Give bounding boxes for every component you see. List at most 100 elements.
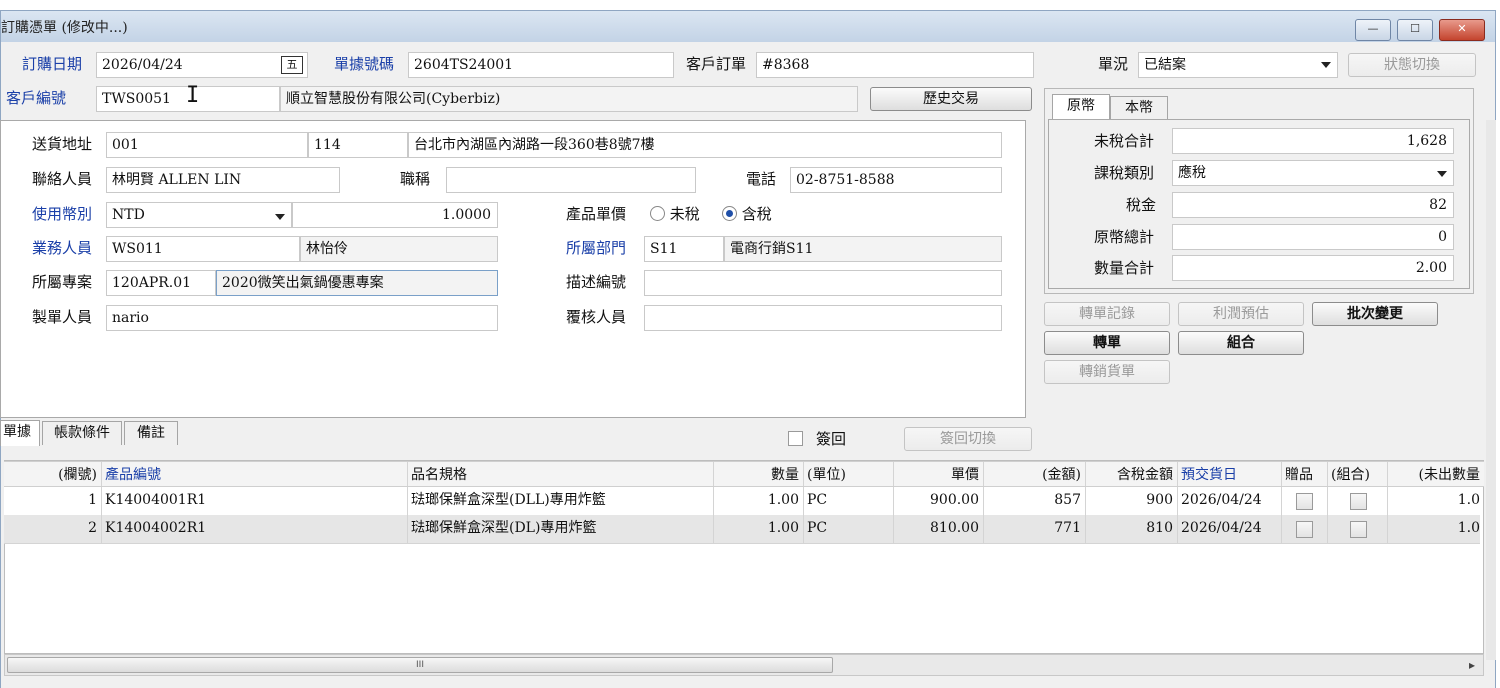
col-taxed-amount[interactable]: 含稅金額: [1086, 462, 1178, 486]
transfer-button[interactable]: 轉單: [1044, 331, 1170, 355]
radio-icon[interactable]: [650, 206, 665, 221]
currency-value: NTD: [112, 207, 145, 223]
row-gift-cell: [1282, 515, 1328, 543]
row-delivery-date[interactable]: 2026/04/24: [1178, 515, 1282, 543]
table-row[interactable]: 2 K14004002R1 琺瑯保鮮盒深型(DL)專用炸籃 1.00 PC 81…: [4, 515, 1480, 544]
price-untaxed-option[interactable]: 未稅: [650, 202, 700, 226]
ship-zip-field[interactable]: 114: [308, 132, 408, 158]
text-cursor-icon: I: [186, 83, 200, 108]
price-taxed-option[interactable]: 含稅: [722, 202, 772, 226]
combo-checkbox[interactable]: [1350, 521, 1367, 538]
gift-checkbox[interactable]: [1296, 521, 1313, 538]
chevron-down-icon: [275, 214, 285, 220]
customer-name-field: 順立智慧股份有限公司(Cyberbiz): [280, 86, 858, 112]
row-product-code[interactable]: K14004001R1: [102, 487, 408, 515]
tax-type-label: 課稅類別: [1094, 164, 1155, 182]
scrollbar-thumb[interactable]: III: [7, 657, 833, 673]
doc-no-field[interactable]: 2604TS24001: [408, 52, 674, 78]
order-date-field[interactable]: 2026/04/24: [96, 52, 308, 78]
contact-field[interactable]: 林明賢 ALLEN LIN: [106, 167, 340, 193]
grand-total-field: 0: [1172, 224, 1454, 250]
row-price[interactable]: 900.00: [894, 487, 984, 515]
signback-switch-button[interactable]: 簽回切換: [904, 427, 1032, 451]
row-qty[interactable]: 1.00: [714, 515, 804, 543]
col-qty[interactable]: 數量: [714, 462, 804, 486]
grand-total-label: 原幣總計: [1094, 228, 1155, 246]
maker-field[interactable]: nario: [106, 305, 498, 331]
batch-change-button[interactable]: 批次變更: [1312, 302, 1438, 326]
row-product-name[interactable]: 琺瑯保鮮盒深型(DLL)專用炸籃: [408, 487, 714, 515]
sales-code-field[interactable]: WS011: [106, 236, 300, 262]
row-price[interactable]: 810.00: [894, 515, 984, 543]
ship-addr-code-field[interactable]: 001: [106, 132, 308, 158]
job-title-field[interactable]: [446, 167, 696, 193]
combo-checkbox[interactable]: [1350, 493, 1367, 510]
col-delivery-date[interactable]: 預交貨日: [1178, 462, 1282, 486]
signback-checkbox[interactable]: [788, 431, 803, 446]
status-value: 已結案: [1144, 57, 1186, 73]
col-unit[interactable]: (單位): [804, 462, 894, 486]
minimize-button[interactable]: —: [1355, 19, 1391, 41]
row-unit[interactable]: PC: [804, 487, 894, 515]
qty-total-field: 2.00: [1172, 255, 1454, 281]
col-price[interactable]: 單價: [894, 462, 984, 486]
table-row[interactable]: 1 K14004001R1 琺瑯保鮮盒深型(DLL)專用炸籃 1.00 PC 9…: [4, 487, 1480, 516]
col-product-name[interactable]: 品名規格: [408, 462, 714, 486]
status-select[interactable]: 已結案: [1138, 52, 1338, 78]
tab-notes[interactable]: 備註: [124, 421, 178, 445]
scroll-right-arrow-icon[interactable]: ▸: [1465, 657, 1479, 673]
currency-select[interactable]: NTD: [106, 202, 292, 228]
doc-no-label: 單據號碼: [334, 55, 395, 73]
row-gift-cell: [1282, 487, 1328, 515]
col-line-no[interactable]: (欄號): [4, 462, 102, 486]
row-unit[interactable]: PC: [804, 515, 894, 543]
gift-checkbox[interactable]: [1296, 493, 1313, 510]
grid-header: (欄號) 產品編號 品名規格 數量 (單位) 單價 (金額) 含稅金額 預交貨日…: [4, 461, 1484, 487]
project-label: 所屬專案: [32, 273, 93, 291]
vertical-scrollbar[interactable]: [1486, 120, 1496, 660]
window-titlebar[interactable]: 訂購憑單 (修改中...) — ☐ ✕: [0, 10, 1496, 42]
reviewer-label: 覆核人員: [566, 308, 627, 326]
horizontal-scrollbar[interactable]: III ▸: [4, 654, 1484, 676]
reviewer-field[interactable]: [644, 305, 1002, 331]
row-product-name[interactable]: 琺瑯保鮮盒深型(DL)專用炸籃: [408, 515, 714, 543]
radio-selected-icon[interactable]: [722, 206, 737, 221]
col-combo[interactable]: (組合): [1328, 462, 1388, 486]
row-delivery-date[interactable]: 2026/04/24: [1178, 487, 1282, 515]
col-product-code[interactable]: 產品編號: [102, 462, 408, 486]
combine-button[interactable]: 組合: [1178, 331, 1304, 355]
row-qty[interactable]: 1.00: [714, 487, 804, 515]
customer-no-label: 客戶編號: [6, 89, 67, 107]
row-combo-cell: [1328, 487, 1388, 515]
chevron-down-icon: [1321, 62, 1331, 68]
row-product-code[interactable]: K14004002R1: [102, 515, 408, 543]
project-code-field[interactable]: 120APR.01: [106, 270, 216, 296]
transfer-record-button[interactable]: 轉單記錄: [1044, 302, 1170, 326]
calendar-icon[interactable]: 五: [281, 56, 303, 74]
tax-type-select[interactable]: 應稅: [1172, 160, 1454, 186]
col-gift[interactable]: 贈品: [1282, 462, 1328, 486]
desc-no-field[interactable]: [644, 270, 1002, 296]
status-switch-button[interactable]: 狀態切換: [1348, 53, 1476, 77]
transfer-sales-button[interactable]: 轉銷貨單: [1044, 360, 1170, 384]
contact-label: 聯絡人員: [32, 170, 93, 188]
close-button[interactable]: ✕: [1439, 19, 1485, 41]
profit-estimate-button[interactable]: 利潤預估: [1178, 302, 1304, 326]
currency-label: 使用幣別: [32, 205, 93, 223]
exchange-rate-field[interactable]: 1.0000: [292, 202, 498, 228]
status-label: 單況: [1098, 55, 1129, 73]
col-remaining-qty[interactable]: (未出數量: [1388, 462, 1484, 486]
tab-payment-terms[interactable]: 帳款條件: [42, 421, 122, 445]
phone-field[interactable]: 02-8751-8588: [790, 167, 1002, 193]
history-button[interactable]: 歷史交易: [870, 87, 1032, 111]
ship-addr-text-field[interactable]: 台北市內湖區內湖路一段360巷8號7樓: [408, 132, 1002, 158]
maximize-button[interactable]: ☐: [1397, 19, 1433, 41]
col-amount[interactable]: (金額): [984, 462, 1086, 486]
sales-name-field: 林怡伶: [300, 236, 498, 262]
tax-field: 82: [1172, 192, 1454, 218]
dept-code-field[interactable]: S11: [644, 236, 724, 262]
row-taxed-amount: 900: [1086, 487, 1178, 515]
ship-addr-label: 送貨地址: [32, 135, 93, 153]
customer-order-field[interactable]: #8368: [756, 52, 1034, 78]
tab-document[interactable]: 單據: [0, 420, 40, 446]
